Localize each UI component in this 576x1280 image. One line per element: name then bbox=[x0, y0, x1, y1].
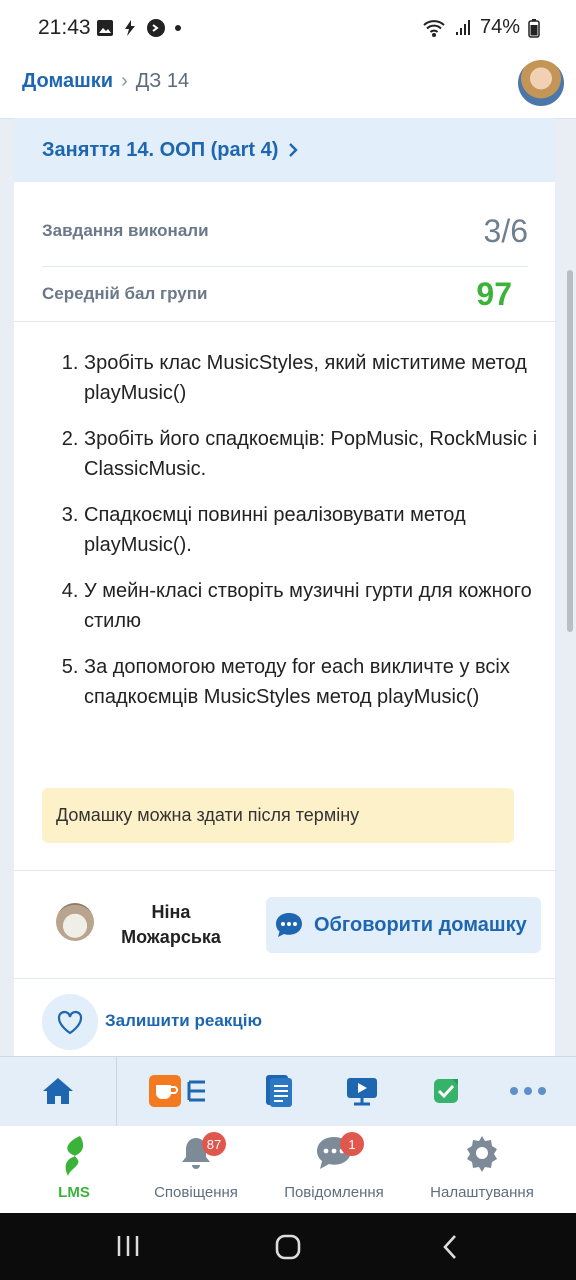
divider bbox=[14, 978, 555, 979]
reaction-button[interactable] bbox=[42, 994, 98, 1050]
notifications-badge: 87 bbox=[202, 1132, 226, 1156]
reaction-label[interactable]: Залишити реакцію bbox=[105, 1011, 262, 1031]
divider bbox=[14, 870, 555, 871]
stat-label: Завдання виконали bbox=[42, 221, 209, 240]
home-nav-icon[interactable] bbox=[274, 1233, 302, 1261]
battery-percent: 74% bbox=[479, 16, 520, 38]
homework-card: Заняття 14. ООП (part 4) Завдання викона… bbox=[14, 118, 555, 1058]
author-avatar[interactable] bbox=[56, 903, 94, 941]
stat-completed: Завдання виконали 3/6 bbox=[42, 196, 528, 267]
breadcrumb: Домашки › ДЗ 14 bbox=[22, 70, 189, 93]
user-avatar[interactable] bbox=[518, 60, 564, 106]
bottom-nav: LMS 87 Сповіщення 1 Повідомлення Налашту… bbox=[0, 1126, 576, 1213]
discuss-homework-button[interactable]: Обговорити домашку bbox=[266, 897, 541, 953]
toolbar-divider bbox=[116, 1057, 117, 1127]
bolt-icon bbox=[125, 20, 135, 36]
nav-label: LMS bbox=[58, 1184, 90, 1201]
status-bar: 21:43 74% bbox=[0, 0, 576, 56]
lesson-title: Заняття 14. ООП (part 4) bbox=[42, 138, 279, 161]
gear-icon bbox=[467, 1136, 497, 1172]
document-icon[interactable] bbox=[256, 1071, 300, 1111]
task-item: Спадкоємці повинні реалізовувати метод p… bbox=[84, 500, 555, 560]
heart-icon bbox=[57, 1010, 83, 1035]
task-list: Зробіть клас MusicStyles, який міститиме… bbox=[52, 348, 555, 728]
stat-value: 97 bbox=[476, 275, 512, 312]
check-icon[interactable] bbox=[424, 1071, 468, 1111]
lesson-link[interactable]: Заняття 14. ООП (part 4) bbox=[14, 118, 555, 182]
nav-messages[interactable]: 1 Повідомлення bbox=[280, 1132, 388, 1201]
chat-bubble-icon bbox=[276, 913, 302, 937]
back-icon[interactable] bbox=[440, 1233, 460, 1261]
task-item: У мейн-класі створіть музичні гурти для … bbox=[84, 576, 555, 636]
stat-average-score: Середній бал групи 97 bbox=[42, 267, 528, 321]
nav-label: Сповіщення bbox=[154, 1184, 238, 1201]
stat-value: 3/6 bbox=[483, 212, 528, 249]
deadline-notice: Домашку можна здати після терміну bbox=[42, 788, 514, 843]
nav-settings[interactable]: Налаштування bbox=[428, 1134, 536, 1201]
nav-label: Налаштування bbox=[430, 1184, 534, 1201]
nav-lms[interactable]: LMS bbox=[56, 1134, 92, 1201]
messages-badge: 1 bbox=[340, 1132, 364, 1156]
dot-icon bbox=[175, 25, 181, 31]
status-time: 21:43 bbox=[38, 16, 91, 39]
nav-label: Повідомлення bbox=[284, 1184, 384, 1201]
author-name[interactable]: Ніна Можарська bbox=[106, 900, 236, 950]
signal-icon bbox=[455, 19, 470, 35]
divider bbox=[14, 321, 555, 322]
lesson-toolbar bbox=[0, 1056, 576, 1127]
video-icon[interactable] bbox=[340, 1071, 384, 1111]
chevron-right-icon bbox=[289, 143, 299, 157]
coffee-list-icon[interactable] bbox=[146, 1071, 210, 1111]
task-item: За допомогою методу for each викличте у … bbox=[84, 652, 555, 712]
home-icon[interactable] bbox=[36, 1071, 80, 1111]
shazam-icon bbox=[147, 19, 165, 37]
scrollbar[interactable] bbox=[567, 270, 573, 632]
battery-icon bbox=[528, 18, 540, 38]
discuss-button-label: Обговорити домашку bbox=[314, 913, 527, 936]
stat-label: Середній бал групи bbox=[42, 284, 208, 303]
recent-apps-icon[interactable] bbox=[116, 1233, 140, 1259]
gallery-icon bbox=[97, 20, 113, 36]
top-bar: Домашки › ДЗ 14 bbox=[0, 56, 576, 119]
task-item: Зробіть клас MusicStyles, який міститиме… bbox=[84, 348, 555, 408]
task-item: Зробіть його спадкоємців: PopMusic, Rock… bbox=[84, 424, 555, 484]
wifi-icon bbox=[423, 19, 445, 37]
lms-leaf-icon bbox=[65, 1136, 84, 1176]
chevron-right-icon: › bbox=[121, 70, 128, 92]
breadcrumb-current: ДЗ 14 bbox=[135, 70, 190, 92]
system-nav-bar bbox=[0, 1213, 576, 1280]
breadcrumb-home-link[interactable]: Домашки bbox=[22, 70, 113, 93]
nav-notifications[interactable]: 87 Сповіщення bbox=[150, 1132, 242, 1201]
more-icon[interactable] bbox=[506, 1071, 550, 1111]
